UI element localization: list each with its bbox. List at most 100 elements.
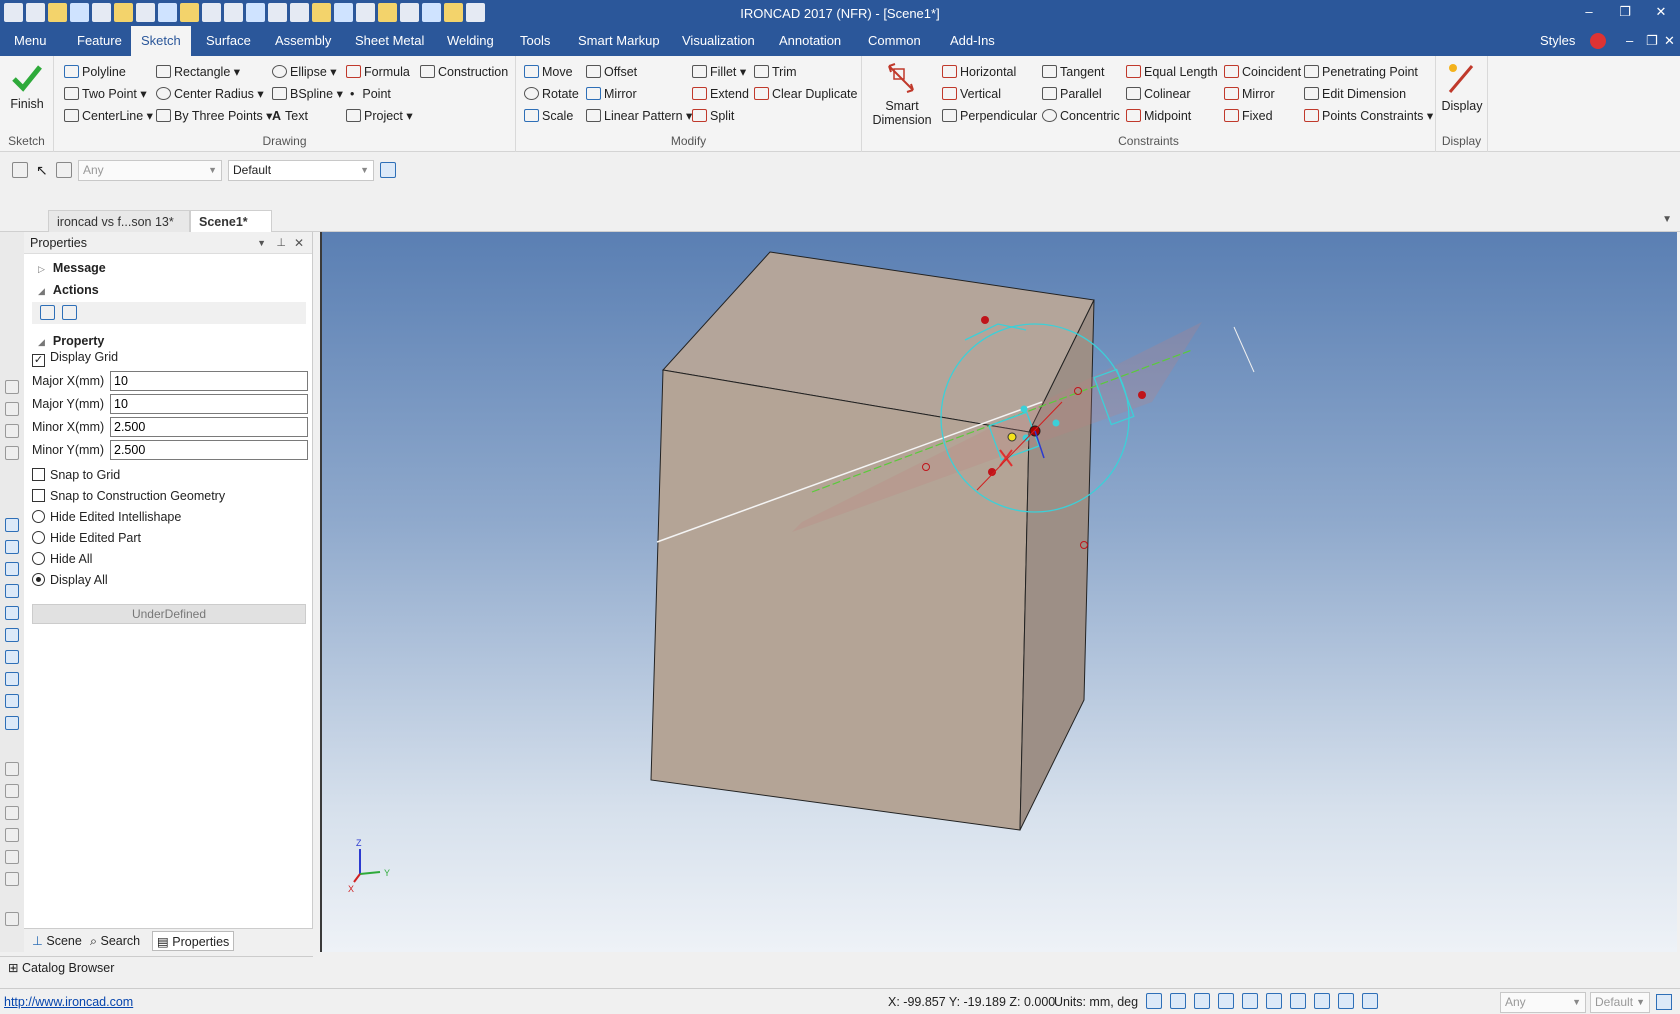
tab-annotation[interactable]: Annotation xyxy=(769,26,851,56)
rectangle-button[interactable]: Rectangle ▾ xyxy=(156,62,240,82)
tab-welding[interactable]: Welding xyxy=(437,26,504,56)
split-button[interactable]: Split xyxy=(692,106,734,126)
edit-dimension-button[interactable]: Edit Dimension xyxy=(1304,84,1406,104)
property-section[interactable]: ◢ Property xyxy=(38,334,104,348)
tabs-dropdown-icon[interactable]: ▼ xyxy=(1662,214,1672,225)
hide-edited-intellishape-radio[interactable]: Hide Edited Intellishape xyxy=(32,510,181,524)
cyan-point-2[interactable] xyxy=(1052,419,1060,427)
yellow-point[interactable] xyxy=(1007,432,1017,442)
box-select-icon[interactable] xyxy=(56,162,72,178)
edge-icon[interactable] xyxy=(5,762,19,776)
clear-duplicate-button[interactable]: Clear Duplicate xyxy=(754,84,857,104)
fixed-button[interactable]: Fixed xyxy=(1224,106,1273,126)
select-filter-icon[interactable] xyxy=(12,162,28,178)
mirror-button[interactable]: Mirror xyxy=(586,84,637,104)
filter-combo[interactable]: Any ▼ xyxy=(78,160,222,181)
website-link[interactable]: http://www.ironcad.com xyxy=(4,995,133,1009)
offset-button[interactable]: Offset xyxy=(586,62,637,82)
search-tab[interactable]: ⌕ Search xyxy=(86,931,144,951)
zoom-box-icon[interactable] xyxy=(1170,993,1186,1009)
pointer-icon[interactable]: ↖ xyxy=(36,162,48,179)
move-button[interactable]: Move xyxy=(524,62,573,82)
3d-viewport[interactable]: Z Y X xyxy=(320,232,1677,952)
major-y-input[interactable] xyxy=(110,394,308,414)
construction-button[interactable]: Construction xyxy=(420,62,508,82)
points-constraints-button[interactable]: Points Constraints ▾ xyxy=(1304,106,1433,126)
point-button[interactable]: • Point xyxy=(350,84,391,104)
red-marker-1[interactable] xyxy=(981,316,989,324)
strip-icon-1[interactable] xyxy=(5,380,19,394)
cyan-point-3[interactable] xyxy=(1022,434,1030,442)
shade-icon[interactable] xyxy=(1338,993,1354,1009)
colinear-button[interactable]: Colinear xyxy=(1126,84,1191,104)
smart-dimension-button[interactable]: Smart Dimension xyxy=(868,60,936,127)
strip-icon-3[interactable] xyxy=(5,424,19,438)
view-orient-icon[interactable] xyxy=(1194,993,1210,1009)
scale-button[interactable]: Scale xyxy=(524,106,573,126)
tab-smart-markup[interactable]: Smart Markup xyxy=(568,26,670,56)
frame-icon[interactable] xyxy=(1314,993,1330,1009)
actions-section[interactable]: ◢ Actions xyxy=(38,283,99,297)
styles-menu[interactable]: Styles xyxy=(1540,33,1575,48)
status-hierarchy-icon[interactable] xyxy=(1656,994,1672,1010)
sphere-icon[interactable] xyxy=(5,584,19,598)
tab-common[interactable]: Common xyxy=(858,26,931,56)
penetrating-point-button[interactable]: Penetrating Point xyxy=(1304,62,1418,82)
light-view-icon[interactable] xyxy=(1242,993,1258,1009)
text-button[interactable]: A Text xyxy=(272,106,308,126)
pointer-status-icon[interactable] xyxy=(1362,993,1378,1009)
tab-visualization[interactable]: Visualization xyxy=(672,26,765,56)
horizontal-button[interactable]: Horizontal xyxy=(942,62,1016,82)
cylinder-icon[interactable] xyxy=(5,540,19,554)
display-grid-checkbox[interactable]: ✓ Display Grid xyxy=(32,350,118,367)
status-filter-combo[interactable]: Any ▼ xyxy=(1500,992,1586,1013)
formula-button[interactable]: Formula xyxy=(346,62,410,82)
panel-menu-icon[interactable]: ▼ xyxy=(257,232,266,254)
close-panel-icon[interactable]: ✕ xyxy=(294,232,304,254)
cube-view-icon[interactable] xyxy=(1218,993,1234,1009)
doc-tab-ironcad-vs[interactable]: ironcad vs f...son 13* xyxy=(48,210,190,232)
minor-y-input[interactable] xyxy=(110,440,308,460)
rotate-button[interactable]: Rotate xyxy=(524,84,579,104)
tab-surface[interactable]: Surface xyxy=(196,26,261,56)
light-arrow[interactable] xyxy=(1233,326,1255,373)
status-style-combo[interactable]: Default ▼ xyxy=(1590,992,1650,1013)
snap-to-construction-checkbox[interactable]: Snap to Construction Geometry xyxy=(32,489,225,503)
rotate-view-icon[interactable] xyxy=(5,850,19,864)
slot-icon[interactable] xyxy=(5,672,19,686)
by-three-points-button[interactable]: By Three Points ▾ xyxy=(156,106,272,126)
hide-edited-part-radio[interactable]: Hide Edited Part xyxy=(32,531,141,545)
bspline-button[interactable]: BSpline ▾ xyxy=(272,84,343,104)
table-action-icon[interactable] xyxy=(62,305,77,320)
midpoint-button[interactable]: Midpoint xyxy=(1126,106,1191,126)
tab-menu[interactable]: Menu xyxy=(4,26,57,56)
display-all-radio[interactable]: Display All xyxy=(32,573,108,587)
cone-icon[interactable] xyxy=(5,562,19,576)
render-icon[interactable] xyxy=(1266,993,1282,1009)
tab-sketch[interactable]: Sketch xyxy=(131,26,191,56)
block-icon[interactable] xyxy=(5,518,19,532)
message-section[interactable]: ▷ Message xyxy=(38,261,106,275)
ribbon-close-button[interactable]: ✕ xyxy=(1664,33,1675,49)
shell-icon[interactable] xyxy=(5,694,19,708)
snap-to-grid-checkbox[interactable]: Snap to Grid xyxy=(32,468,120,482)
hole-icon[interactable] xyxy=(5,650,19,664)
minimize-button[interactable]: – xyxy=(1574,4,1604,19)
center-radius-button[interactable]: Center Radius ▾ xyxy=(156,84,264,104)
tab-feature[interactable]: Feature xyxy=(67,26,132,56)
ellipse-button[interactable]: Ellipse ▾ xyxy=(272,62,337,82)
trim-button[interactable]: Trim xyxy=(754,62,797,82)
tab-sheet-metal[interactable]: Sheet Metal xyxy=(345,26,434,56)
polyline-button[interactable]: Polyline xyxy=(64,62,126,82)
angle-icon[interactable] xyxy=(5,828,19,842)
minor-x-input[interactable] xyxy=(110,417,308,437)
pin-icon[interactable]: ⊥ xyxy=(276,232,286,254)
ribbon-minimize-button[interactable]: – xyxy=(1626,33,1633,48)
doc-tab-scene1[interactable]: Scene1* ✕ xyxy=(190,210,272,251)
parallel-button[interactable]: Parallel xyxy=(1042,84,1102,104)
underdefined-button[interactable]: UnderDefined xyxy=(32,604,306,624)
hide-all-radio[interactable]: Hide All xyxy=(32,552,92,566)
concentric-button[interactable]: Concentric xyxy=(1042,106,1120,126)
tab-add-ins[interactable]: Add-Ins xyxy=(940,26,1005,56)
restore-button[interactable]: ❐ xyxy=(1610,4,1640,20)
